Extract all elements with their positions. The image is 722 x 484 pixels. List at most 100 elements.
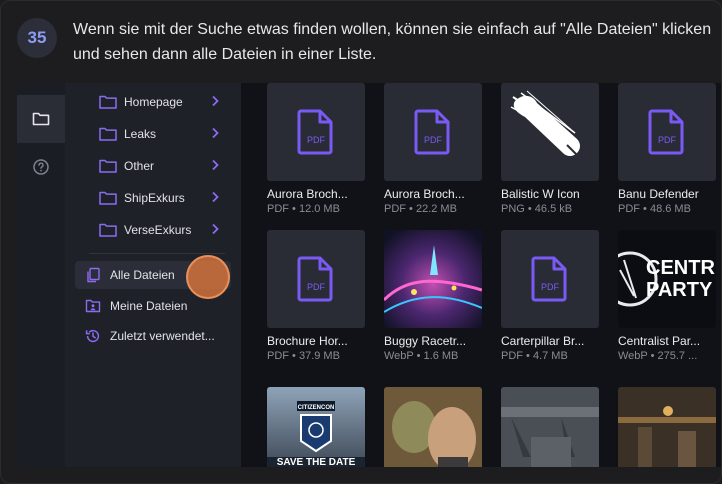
folder-label: ShipExkurs <box>124 191 185 205</box>
characters-image <box>384 387 482 467</box>
file-thumbnail <box>618 387 716 467</box>
tutorial-step-card: 35 Wenn sie mit der Suche etwas finden w… <box>0 0 722 484</box>
folder-label: VerseExkurs <box>124 223 192 237</box>
folder-sidebar: Homepage Leaks Other ShipExkurs VerseExk <box>65 83 241 467</box>
folder-icon <box>32 112 50 126</box>
folder-label: Homepage <box>124 95 183 109</box>
file-meta: PDF • 4.7 MB <box>501 350 568 362</box>
folder-item-verseexkurs[interactable]: VerseExkurs <box>99 220 235 240</box>
file-grid: PDF Aurora Broch... PDF • 12.0 MB PDF Au… <box>267 83 721 467</box>
folder-icon <box>99 159 117 173</box>
file-name: Brochure Hor... <box>267 334 348 348</box>
file-meta: PNG • 46.5 kB <box>501 203 573 215</box>
file-thumbnail: CENTR PARTY <box>618 230 716 328</box>
file-thumbnail: CITIZENCON SAVE THE DATE <box>267 387 365 467</box>
file-thumbnail: PDF <box>267 83 365 181</box>
click-indicator <box>186 255 230 299</box>
pdf-file-icon: PDF <box>297 109 333 155</box>
pdf-label: PDF <box>424 135 443 145</box>
pdf-label: PDF <box>307 282 326 292</box>
file-name: Carterpillar Br... <box>501 334 585 348</box>
file-thumbnail: PDF <box>501 230 599 328</box>
buggy-racetrack-image <box>384 230 482 328</box>
chevron-right-icon[interactable] <box>211 191 219 203</box>
file-name: Balistic W Icon <box>501 187 580 201</box>
party-text-line-1: CENTR <box>646 257 715 279</box>
files-icon <box>87 267 100 283</box>
nav-label: Zuletzt verwendet... <box>110 329 215 343</box>
file-meta: WebP • 275.7 ... <box>618 350 698 362</box>
help-circle-icon <box>33 159 49 175</box>
step-number-badge: 35 <box>17 18 57 58</box>
file-tile[interactable]: CITIZENCON SAVE THE DATE <box>267 387 365 467</box>
user-folder-icon <box>85 299 101 313</box>
file-tile[interactable]: PDF Banu Defender PDF • 48.6 MB <box>618 83 716 215</box>
folder-icon <box>99 127 117 141</box>
party-text-line-2: PARTY <box>646 279 713 301</box>
file-thumbnail <box>384 387 482 467</box>
ballistic-weapon-image <box>501 83 599 181</box>
sidebar-divider <box>89 253 225 254</box>
file-meta: PDF • 37.9 MB <box>267 350 340 362</box>
file-name: Buggy Racetr... <box>384 334 467 348</box>
rail-files-button[interactable] <box>17 95 65 143</box>
folder-label: Other <box>124 159 155 173</box>
chevron-right-icon[interactable] <box>211 95 219 107</box>
history-icon <box>85 329 100 343</box>
file-meta: WebP • 1.6 MB <box>384 350 459 362</box>
icon-rail <box>17 83 65 467</box>
save-the-date-text: SAVE THE DATE <box>277 457 356 467</box>
folder-icon <box>99 223 117 237</box>
file-thumbnail: PDF <box>384 83 482 181</box>
file-tile[interactable]: Buggy Racetr... WebP • 1.6 MB <box>384 230 482 362</box>
interior-image <box>618 387 716 467</box>
pdf-label: PDF <box>541 282 560 292</box>
pdf-label: PDF <box>658 135 677 145</box>
folder-item-other[interactable]: Other <box>99 156 235 176</box>
file-tile[interactable]: PDF Aurora Broch... PDF • 22.2 MB <box>384 83 482 215</box>
hangar-image <box>501 387 599 467</box>
file-thumbnail <box>501 387 599 467</box>
pdf-file-icon: PDF <box>531 256 567 302</box>
file-thumbnail <box>501 83 599 181</box>
file-tile[interactable]: Balistic W Icon PNG • 46.5 kB <box>501 83 599 215</box>
pdf-label: PDF <box>307 135 326 145</box>
file-name: Aurora Broch... <box>267 187 348 201</box>
folder-item-leaks[interactable]: Leaks <box>99 124 235 144</box>
file-tile[interactable]: PDF Aurora Broch... PDF • 12.0 MB <box>267 83 365 215</box>
file-thumbnail <box>384 230 482 328</box>
file-meta: PDF • 22.2 MB <box>384 203 457 215</box>
chevron-right-icon[interactable] <box>211 223 219 235</box>
nav-label: Meine Dateien <box>110 299 188 313</box>
file-tile[interactable]: PDF Brochure Hor... PDF • 37.9 MB <box>267 230 365 362</box>
file-meta: PDF • 48.6 MB <box>618 203 691 215</box>
folder-label: Leaks <box>124 127 157 141</box>
file-name: Aurora Broch... <box>384 187 465 201</box>
centralist-party-image: CENTR PARTY <box>618 230 716 328</box>
chevron-right-icon[interactable] <box>211 127 219 139</box>
file-name: Centralist Par... <box>618 334 701 348</box>
pdf-file-icon: PDF <box>297 256 333 302</box>
pdf-file-icon: PDF <box>414 109 450 155</box>
folder-item-shipexkurs[interactable]: ShipExkurs <box>99 188 235 208</box>
folder-item-homepage[interactable]: Homepage <box>99 92 235 112</box>
app-screenshot: Homepage Leaks Other ShipExkurs VerseExk <box>17 83 721 467</box>
file-tile[interactable] <box>618 387 716 467</box>
folder-icon <box>99 95 117 109</box>
file-thumbnail: PDF <box>267 230 365 328</box>
file-tile[interactable]: PDF Carterpillar Br... PDF • 4.7 MB <box>501 230 599 362</box>
folder-icon <box>99 191 117 205</box>
chevron-right-icon[interactable] <box>211 159 219 171</box>
file-tile[interactable] <box>501 387 599 467</box>
citizencon-image: CITIZENCON SAVE THE DATE <box>267 387 365 467</box>
file-tile[interactable]: CENTR PARTY Centralist Par... WebP • 275… <box>618 230 716 362</box>
pdf-file-icon: PDF <box>648 109 684 155</box>
file-thumbnail: PDF <box>618 83 716 181</box>
file-tile[interactable] <box>384 387 482 467</box>
rail-help-button[interactable] <box>17 143 65 191</box>
file-name: Banu Defender <box>618 187 699 201</box>
nav-recent[interactable]: Zuletzt verwendet... <box>75 322 231 350</box>
step-instruction: Wenn sie mit der Suche etwas finden woll… <box>73 21 712 63</box>
citizencon-logo-text: CITIZENCON <box>298 405 335 411</box>
nav-label: Alle Dateien <box>110 268 175 282</box>
